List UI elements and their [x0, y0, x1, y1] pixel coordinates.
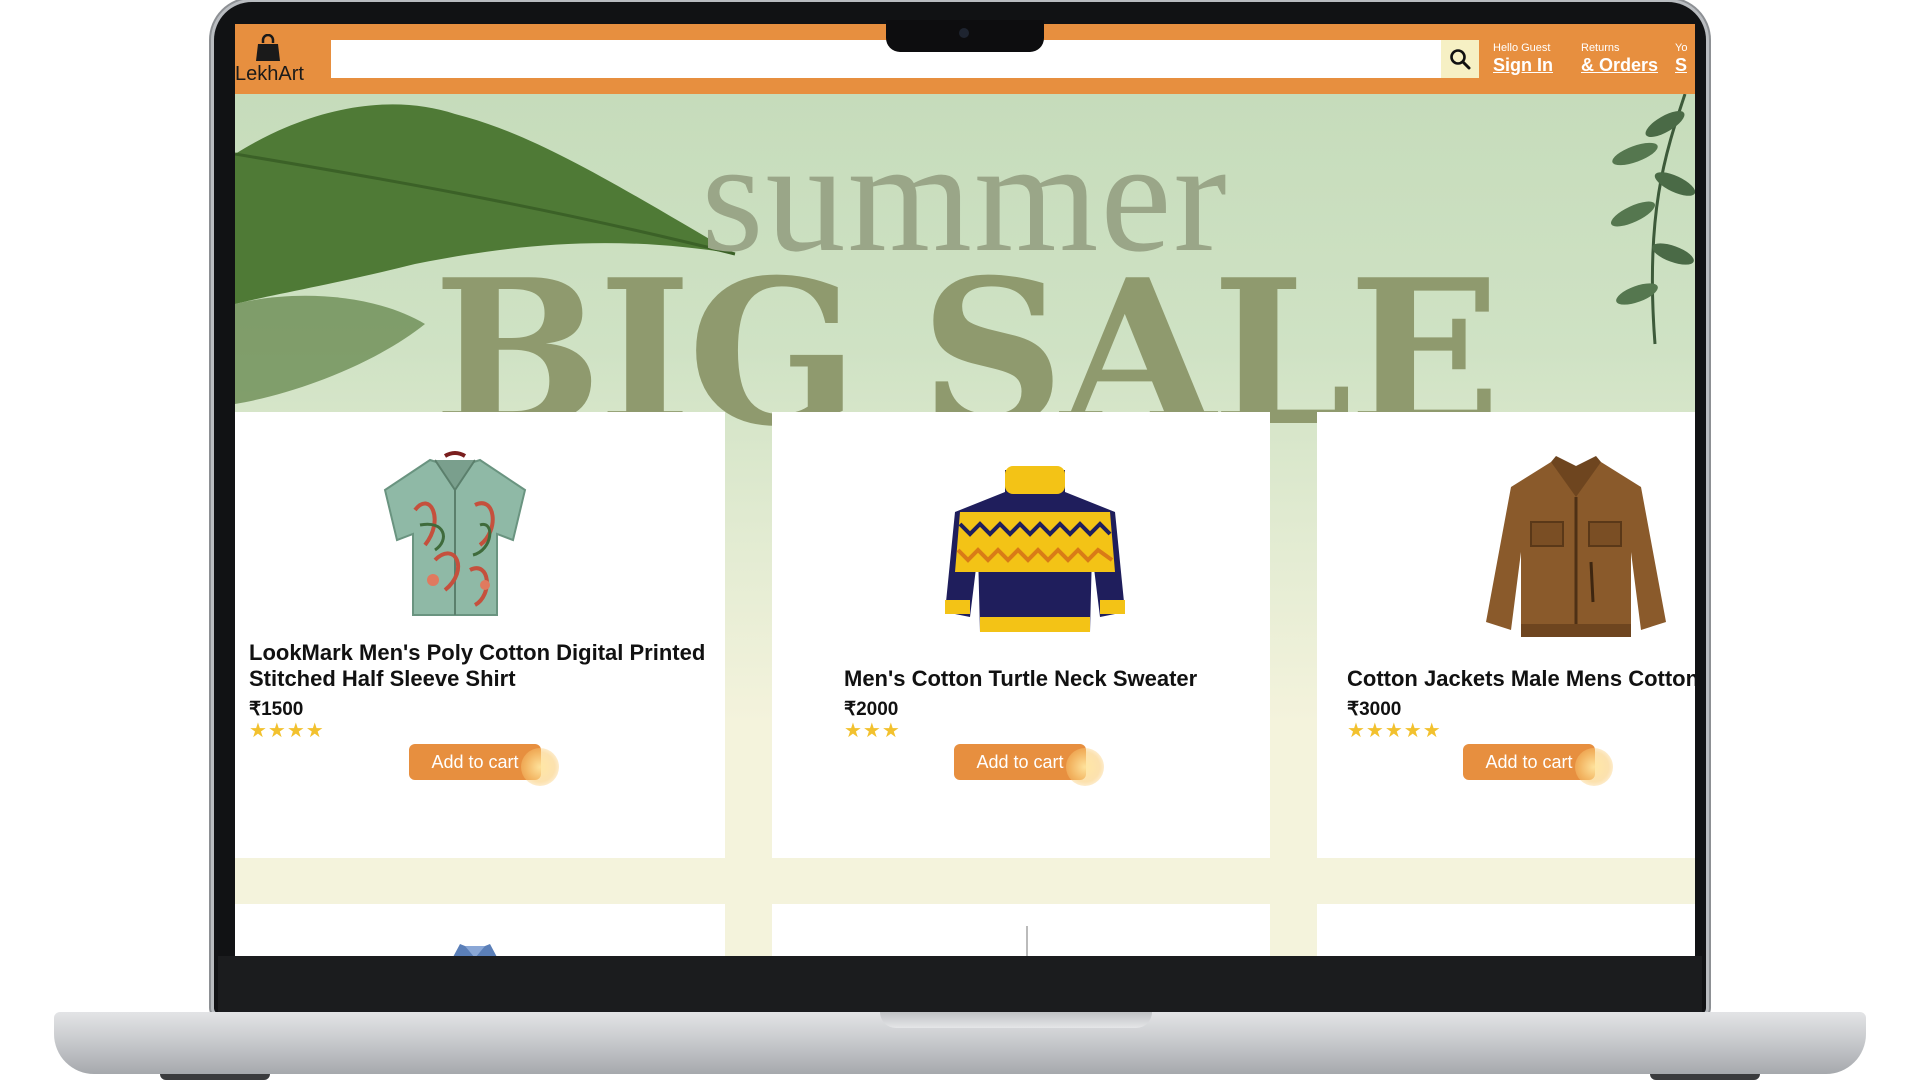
cart-link[interactable]: Yo S [1675, 42, 1695, 76]
product-card[interactable] [772, 904, 1270, 956]
star-rating-icon: ★★★★ [249, 720, 325, 742]
product-title[interactable]: Men's Cotton Turtle Neck Sweater [844, 666, 1197, 692]
camera-icon [959, 28, 969, 38]
laptop-foot-left [160, 1074, 270, 1080]
product-title[interactable]: Cotton Jackets Male Mens Cotton [1347, 666, 1695, 692]
product-card[interactable] [235, 904, 725, 956]
star-rating-icon: ★★★ [844, 720, 901, 742]
add-to-cart-label: Add to cart [976, 752, 1064, 772]
logo[interactable]: LekhArt [235, 30, 305, 90]
star-rating-icon: ★★★★★ [1347, 720, 1442, 742]
screen: summer BIG SALE LekhArt Hello Guest Sign… [235, 24, 1695, 956]
hover-glow [521, 748, 559, 786]
search-icon [1450, 49, 1471, 70]
add-to-cart-button[interactable]: Add to cart [409, 744, 559, 786]
add-to-cart-label: Add to cart [431, 752, 519, 772]
greeting-text: Hello Guest [1493, 42, 1551, 54]
shopping-bag-icon [256, 34, 280, 61]
turtle-neck-sweater-image [945, 466, 1125, 632]
logo-text: LekhArt [235, 63, 304, 85]
product-card[interactable]: Men's Cotton Turtle Neck Sweater ₹2000 ★… [772, 412, 1270, 858]
product-image-partial [1026, 926, 1028, 956]
sign-in-label: Sign In [1493, 55, 1553, 75]
sign-in-link[interactable]: Hello Guest Sign In [1493, 42, 1553, 76]
add-to-cart-label: Add to cart [1485, 752, 1573, 772]
hover-glow [1575, 748, 1613, 786]
laptop-opening-notch [880, 1012, 1152, 1028]
returns-orders-link[interactable]: Returns & Orders [1581, 42, 1658, 76]
returns-text: Returns [1581, 42, 1620, 54]
product-card[interactable]: Cotton Jackets Male Mens Cotton ₹3000 ★★… [1317, 412, 1695, 858]
floral-shirt-image [383, 451, 527, 616]
brown-jacket-image [1486, 456, 1666, 637]
add-to-cart-button[interactable]: Add to cart [954, 744, 1104, 786]
laptop-bezel [218, 956, 1702, 1014]
product-card[interactable]: LookMark Men's Poly Cotton Digital Print… [235, 412, 725, 858]
product-title[interactable]: LookMark Men's Poly Cotton Digital Print… [249, 640, 705, 666]
orders-label: & Orders [1581, 55, 1659, 75]
product-card[interactable] [1317, 904, 1695, 956]
search-input[interactable] [331, 40, 1441, 78]
hover-glow [1066, 748, 1104, 786]
product-image-partial [453, 944, 497, 956]
cart-small-text: Yo [1675, 42, 1688, 54]
camera-notch [886, 20, 1044, 52]
laptop-foot-right [1650, 1074, 1760, 1080]
cart-label: S [1675, 55, 1688, 75]
product-title-continued[interactable]: Stitched Half Sleeve Shirt [249, 666, 516, 692]
search-button[interactable] [1441, 40, 1479, 78]
laptop-base [54, 1012, 1866, 1074]
add-to-cart-button[interactable]: Add to cart [1463, 744, 1613, 786]
